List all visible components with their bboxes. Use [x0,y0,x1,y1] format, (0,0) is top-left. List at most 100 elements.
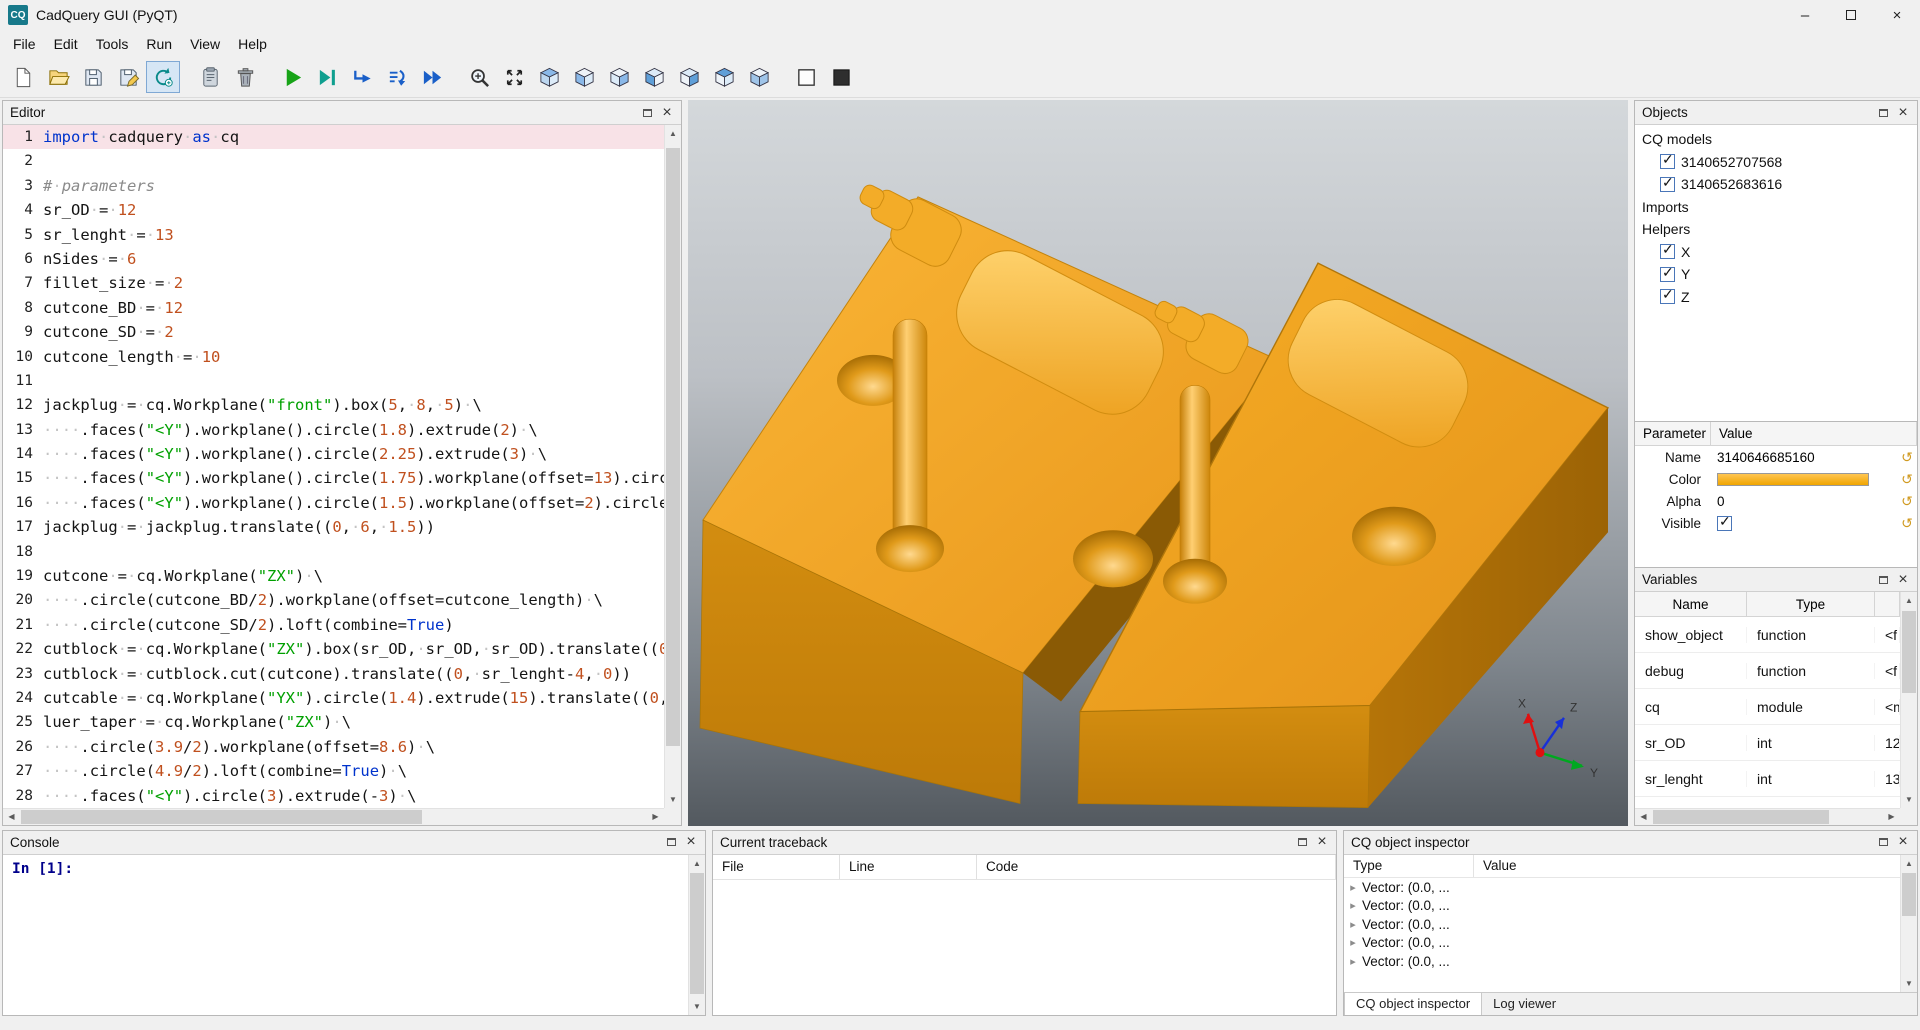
code-editor[interactable]: 1import·cadquery·as·cq23#·parameters4sr_… [3,125,664,808]
param-value[interactable]: 3140646685160 [1711,450,1897,465]
tree-item[interactable]: Imports [1635,196,1917,219]
shaded-button[interactable] [824,61,858,93]
tree-item[interactable]: ✓3140652683616 [1635,173,1917,196]
code-line[interactable]: 4sr_OD·=·12 [3,198,664,222]
param-value[interactable]: 0 [1711,494,1897,509]
objects-close-button[interactable]: × [1893,103,1913,123]
variables-float-button[interactable] [1873,570,1893,590]
menu-tools[interactable]: Tools [87,32,138,56]
tree-item[interactable]: Helpers [1635,218,1917,241]
checkbox[interactable]: ✓ [1717,516,1732,531]
wireframe-button[interactable] [789,61,823,93]
console-close-button[interactable]: × [681,832,701,852]
code-line[interactable]: 7fillet_size·=·2 [3,271,664,295]
code-line[interactable]: 14····.faces("<Y").workplane().circle(2.… [3,442,664,466]
code-line[interactable]: 20····.circle(cutcone_BD/2).workplane(of… [3,588,664,612]
scroll-up-icon[interactable]: ▲ [1901,855,1917,872]
view-iso-button[interactable] [532,61,566,93]
step-button[interactable] [345,61,379,93]
code-line[interactable]: 6nSides·=·6 [3,247,664,271]
console-float-button[interactable] [661,832,681,852]
inspector-row[interactable]: ▸Vector: (0.0, ... [1344,952,1900,971]
reset-to-default-icon[interactable]: ↺ [1897,515,1917,532]
view-back-button[interactable] [602,61,636,93]
code-line[interactable]: 5sr_lenght·=·13 [3,223,664,247]
scroll-up-icon[interactable]: ▲ [1901,592,1917,609]
reset-to-default-icon[interactable]: ↺ [1897,493,1917,510]
debug-button[interactable] [310,61,344,93]
reset-to-default-icon[interactable]: ↺ [1897,449,1917,466]
scrollbar-thumb[interactable] [1653,810,1829,824]
variables-horizontal-scrollbar[interactable]: ◀ ▶ [1635,808,1900,825]
tree-item[interactable]: ✓X [1635,241,1917,264]
code-line[interactable]: 12jackplug·=·cq.Workplane("front").box(5… [3,393,664,417]
variable-row[interactable]: sr_ODint12 [1635,725,1900,761]
inspector-row[interactable]: ▸Vector: (0.0, ... [1344,915,1900,934]
inspector-float-button[interactable] [1873,832,1893,852]
objects-float-button[interactable] [1873,103,1893,123]
code-line[interactable]: 18 [3,540,664,564]
inspector-vertical-scrollbar[interactable]: ▲ ▼ [1900,855,1917,992]
scroll-up-icon[interactable]: ▲ [689,855,705,872]
render-button[interactable] [275,61,309,93]
inspector-close-button[interactable]: × [1893,832,1913,852]
menu-help[interactable]: Help [229,32,276,56]
param-value[interactable]: ✓ [1711,516,1897,531]
editor-close-button[interactable]: × [657,103,677,123]
minimize-button[interactable]: – [1782,0,1828,30]
scrollbar-thumb[interactable] [690,873,704,994]
color-swatch[interactable] [1717,473,1869,486]
editor-vertical-scrollbar[interactable]: ▲ ▼ [664,125,681,808]
menu-edit[interactable]: Edit [45,32,87,56]
traceback-float-button[interactable] [1292,832,1312,852]
checkbox[interactable]: ✓ [1660,289,1675,304]
code-line[interactable]: 27····.circle(4.9/2).loft(combine=True)·… [3,759,664,783]
code-line[interactable]: 25luer_taper·=·cq.Workplane("ZX")·\ [3,710,664,734]
inspector-row[interactable]: ▸Vector: (0.0, ... [1344,933,1900,952]
code-line[interactable]: 10cutcone_length·=·10 [3,345,664,369]
view-top-button[interactable] [707,61,741,93]
inspector-row[interactable]: ▸Vector: (0.0, ... [1344,878,1900,897]
menu-file[interactable]: File [4,32,45,56]
new-document-button[interactable] [6,61,40,93]
scrollbar-thumb[interactable] [21,810,422,824]
view-front-button[interactable] [567,61,601,93]
tree-item[interactable]: ✓Z [1635,286,1917,309]
code-line[interactable]: 28····.faces("<Y").circle(3).extrude(-3)… [3,784,664,808]
scroll-left-icon[interactable]: ◀ [3,809,20,825]
code-line[interactable]: 19cutcone·=·cq.Workplane("ZX")·\ [3,564,664,588]
scroll-up-icon[interactable]: ▲ [665,125,681,142]
fit-view-button[interactable] [497,61,531,93]
open-file-button[interactable] [41,61,75,93]
continue-button[interactable] [415,61,449,93]
reset-to-default-icon[interactable]: ↺ [1897,471,1917,488]
step-next-button[interactable] [380,61,414,93]
scrollbar-thumb[interactable] [666,148,680,745]
menu-run[interactable]: Run [137,32,181,56]
tree-item[interactable]: ✓Y [1635,263,1917,286]
clear-console-button[interactable] [193,61,227,93]
console-vertical-scrollbar[interactable]: ▲ ▼ [688,855,705,1015]
tab-log-viewer[interactable]: Log viewer [1482,993,1567,1015]
code-line[interactable]: 9cutcone_SD·=·2 [3,320,664,344]
tree-item[interactable]: CQ models [1635,128,1917,151]
code-line[interactable]: 11 [3,369,664,393]
code-line[interactable]: 3#·parameters [3,174,664,198]
code-line[interactable]: 2 [3,149,664,173]
view-bottom-button[interactable] [742,61,776,93]
editor-float-button[interactable] [637,103,657,123]
code-line[interactable]: 13····.faces("<Y").workplane().circle(1.… [3,418,664,442]
menu-view[interactable]: View [181,32,229,56]
auto-reload-button[interactable] [146,61,180,93]
param-value[interactable] [1711,473,1897,486]
checkbox[interactable]: ✓ [1660,177,1675,192]
variable-row[interactable]: debugfunction<f [1635,653,1900,689]
checkbox[interactable]: ✓ [1660,267,1675,282]
code-line[interactable]: 26····.circle(3.9/2).workplane(offset=8.… [3,735,664,759]
console-prompt[interactable]: In [1]: [3,855,688,1015]
scroll-left-icon[interactable]: ◀ [1635,809,1652,825]
checkbox[interactable]: ✓ [1660,244,1675,259]
code-line[interactable]: 21····.circle(cutcone_SD/2).loft(combine… [3,613,664,637]
scroll-down-icon[interactable]: ▼ [689,998,705,1015]
code-line[interactable]: 8cutcone_BD·=·12 [3,296,664,320]
